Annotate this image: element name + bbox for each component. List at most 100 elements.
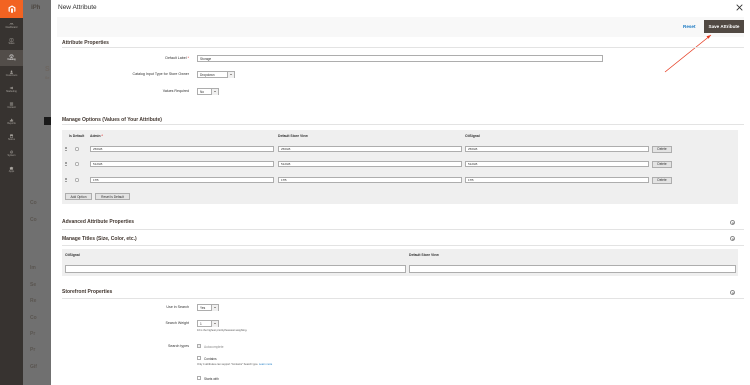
search-weight-select[interactable]: 1 [197, 320, 219, 327]
contains-checkbox[interactable] [197, 356, 201, 360]
drag-handle-icon[interactable] [65, 147, 67, 151]
background-side-label: Co [30, 200, 37, 206]
admin-menu-item-label: Sales [8, 42, 15, 46]
admin-menu-item-label: Dashboard [5, 26, 18, 30]
new-attribute-modal: New Attribute Reset Save Attribute Attri… [51, 0, 750, 385]
add-option-button[interactable]: Add Option [65, 193, 92, 200]
default-label-label: Default Label * [165, 56, 189, 60]
option-store-input[interactable]: 1TB [465, 177, 649, 183]
storefront-properties-title[interactable]: Storefront Properties [62, 289, 112, 295]
catalog-input-type-select[interactable]: Dropdown [197, 71, 235, 78]
admin-menu-item-label: Marketing [6, 90, 17, 94]
modal-header: New Attribute [51, 0, 750, 17]
admin-menu-item-reports[interactable]: Reports [0, 114, 23, 130]
background-side-label: Co [30, 217, 37, 223]
autocomplete-checkbox [197, 344, 201, 348]
chevron-down-icon [227, 72, 234, 78]
option-admin-input[interactable]: 256GB [90, 146, 274, 152]
values-required-select[interactable]: No [197, 88, 219, 95]
search-weight-label: Search Weight [165, 321, 189, 325]
magento-logo[interactable] [0, 0, 23, 18]
admin-menu-item-label: Customers [5, 74, 18, 78]
chevron-down-icon[interactable] [730, 290, 735, 295]
admin-header: Admin * [90, 134, 103, 138]
background-side-label: Im [30, 265, 36, 271]
chevron-down-icon[interactable] [730, 236, 735, 241]
learn-more-link[interactable]: Learn more [259, 363, 272, 366]
admin-menu-item-content[interactable]: Content [0, 98, 23, 114]
background-side-label: Pr [30, 347, 36, 353]
default-label-input[interactable]: Storage [197, 55, 603, 62]
reset-is-default-button[interactable]: Reset Is Default [95, 193, 130, 200]
admin-menu-item-apps[interactable]: Apps [0, 162, 23, 178]
save-attribute-button[interactable]: Save Attribute [704, 20, 744, 33]
modal-title: New Attribute [58, 4, 97, 11]
background-page-title-peek: iPh [31, 5, 41, 11]
manage-options-title: Manage Options (Values of Your Attribute… [62, 117, 162, 123]
background-side-label: Re [30, 298, 37, 304]
use-in-search-select[interactable]: Yes [197, 304, 219, 311]
option-default-store-input[interactable]: 512GB [278, 161, 462, 167]
search-weight-note: 10 is the highest priority/heaviest weig… [197, 329, 248, 332]
admin-menu-item-dashboard[interactable]: Dashboard [0, 18, 23, 34]
admin-menu-item-stores[interactable]: Stores [0, 130, 23, 146]
page-actions-bar: Reset Save Attribute [57, 17, 744, 37]
section-divider [62, 124, 744, 125]
background-side-label: Co [30, 315, 37, 321]
advanced-attribute-properties-title[interactable]: Advanced Attribute Properties [62, 219, 134, 225]
delete-option-button[interactable]: Delete [652, 160, 672, 168]
titles-store-header: CtiSignal [65, 253, 80, 257]
chevron-down-icon [211, 305, 218, 311]
section-divider [62, 298, 744, 299]
values-required-label: Values Required [162, 89, 189, 93]
admin-menu-item-system[interactable]: System [0, 146, 23, 162]
option-admin-input[interactable]: 1TB [90, 177, 274, 183]
delete-option-button[interactable]: Delete [652, 176, 672, 184]
search-types-label: Search types [168, 344, 189, 348]
titles-default-store-header: Default Store View [409, 253, 439, 257]
drag-handle-icon[interactable] [65, 178, 67, 182]
store-view-header: CtiSignal [465, 134, 480, 138]
chevron-down-icon [211, 89, 218, 95]
magento-logo-icon [8, 5, 15, 13]
manage-titles-title[interactable]: Manage Titles (Size, Color, etc.) [62, 236, 137, 242]
option-store-input[interactable]: 256GB [465, 146, 649, 152]
background-side-label: Gif [30, 364, 37, 370]
admin-menu-item-label: Catalog [7, 58, 16, 62]
starts-with-checkbox[interactable] [197, 376, 201, 380]
contains-label: Contains [204, 356, 217, 361]
option-store-input[interactable]: 512GB [465, 161, 649, 167]
option-default-store-input[interactable]: 256GB [278, 146, 462, 152]
attribute-properties-title: Attribute Properties [62, 40, 109, 46]
contains-note: Only 4 attributes can support "Contains"… [197, 363, 273, 366]
autocomplete-label: Autocomplete [204, 344, 224, 349]
reset-button[interactable]: Reset [683, 24, 696, 29]
catalog-input-type-label: Catalog Input Type for Store Owner [132, 72, 189, 76]
background-side-label: Pr [30, 331, 36, 337]
chevron-down-icon [211, 321, 218, 327]
admin-menu-item-marketing[interactable]: Marketing [0, 82, 23, 98]
admin-menu: Dashboard Sales Catalog Customers Marketing C… [0, 0, 23, 385]
is-default-radio[interactable] [75, 162, 79, 166]
section-divider [62, 245, 744, 246]
close-icon[interactable] [736, 4, 743, 11]
use-in-search-label: Use in Search [166, 305, 189, 309]
title-store-input[interactable] [65, 265, 406, 273]
admin-menu-item-sales[interactable]: Sales [0, 34, 23, 50]
section-divider [62, 47, 744, 48]
is-default-radio[interactable] [75, 147, 79, 151]
is-default-radio[interactable] [75, 178, 79, 182]
chevron-down-icon[interactable] [730, 220, 735, 225]
drag-handle-icon[interactable] [65, 162, 67, 166]
admin-menu-item-label: Content [7, 106, 16, 110]
section-divider [62, 229, 744, 230]
option-default-store-input[interactable]: 1TB [278, 177, 462, 183]
admin-menu-item-label: Stores [8, 138, 15, 142]
background-side-label: S [45, 66, 50, 73]
title-default-store-input[interactable] [409, 265, 736, 273]
admin-menu-item-customers[interactable]: Customers [0, 66, 23, 82]
background-side-label: Se [45, 76, 50, 80]
delete-option-button[interactable]: Delete [652, 145, 672, 153]
option-admin-input[interactable]: 512GB [90, 161, 274, 167]
admin-menu-item-catalog[interactable]: Catalog [0, 50, 23, 66]
